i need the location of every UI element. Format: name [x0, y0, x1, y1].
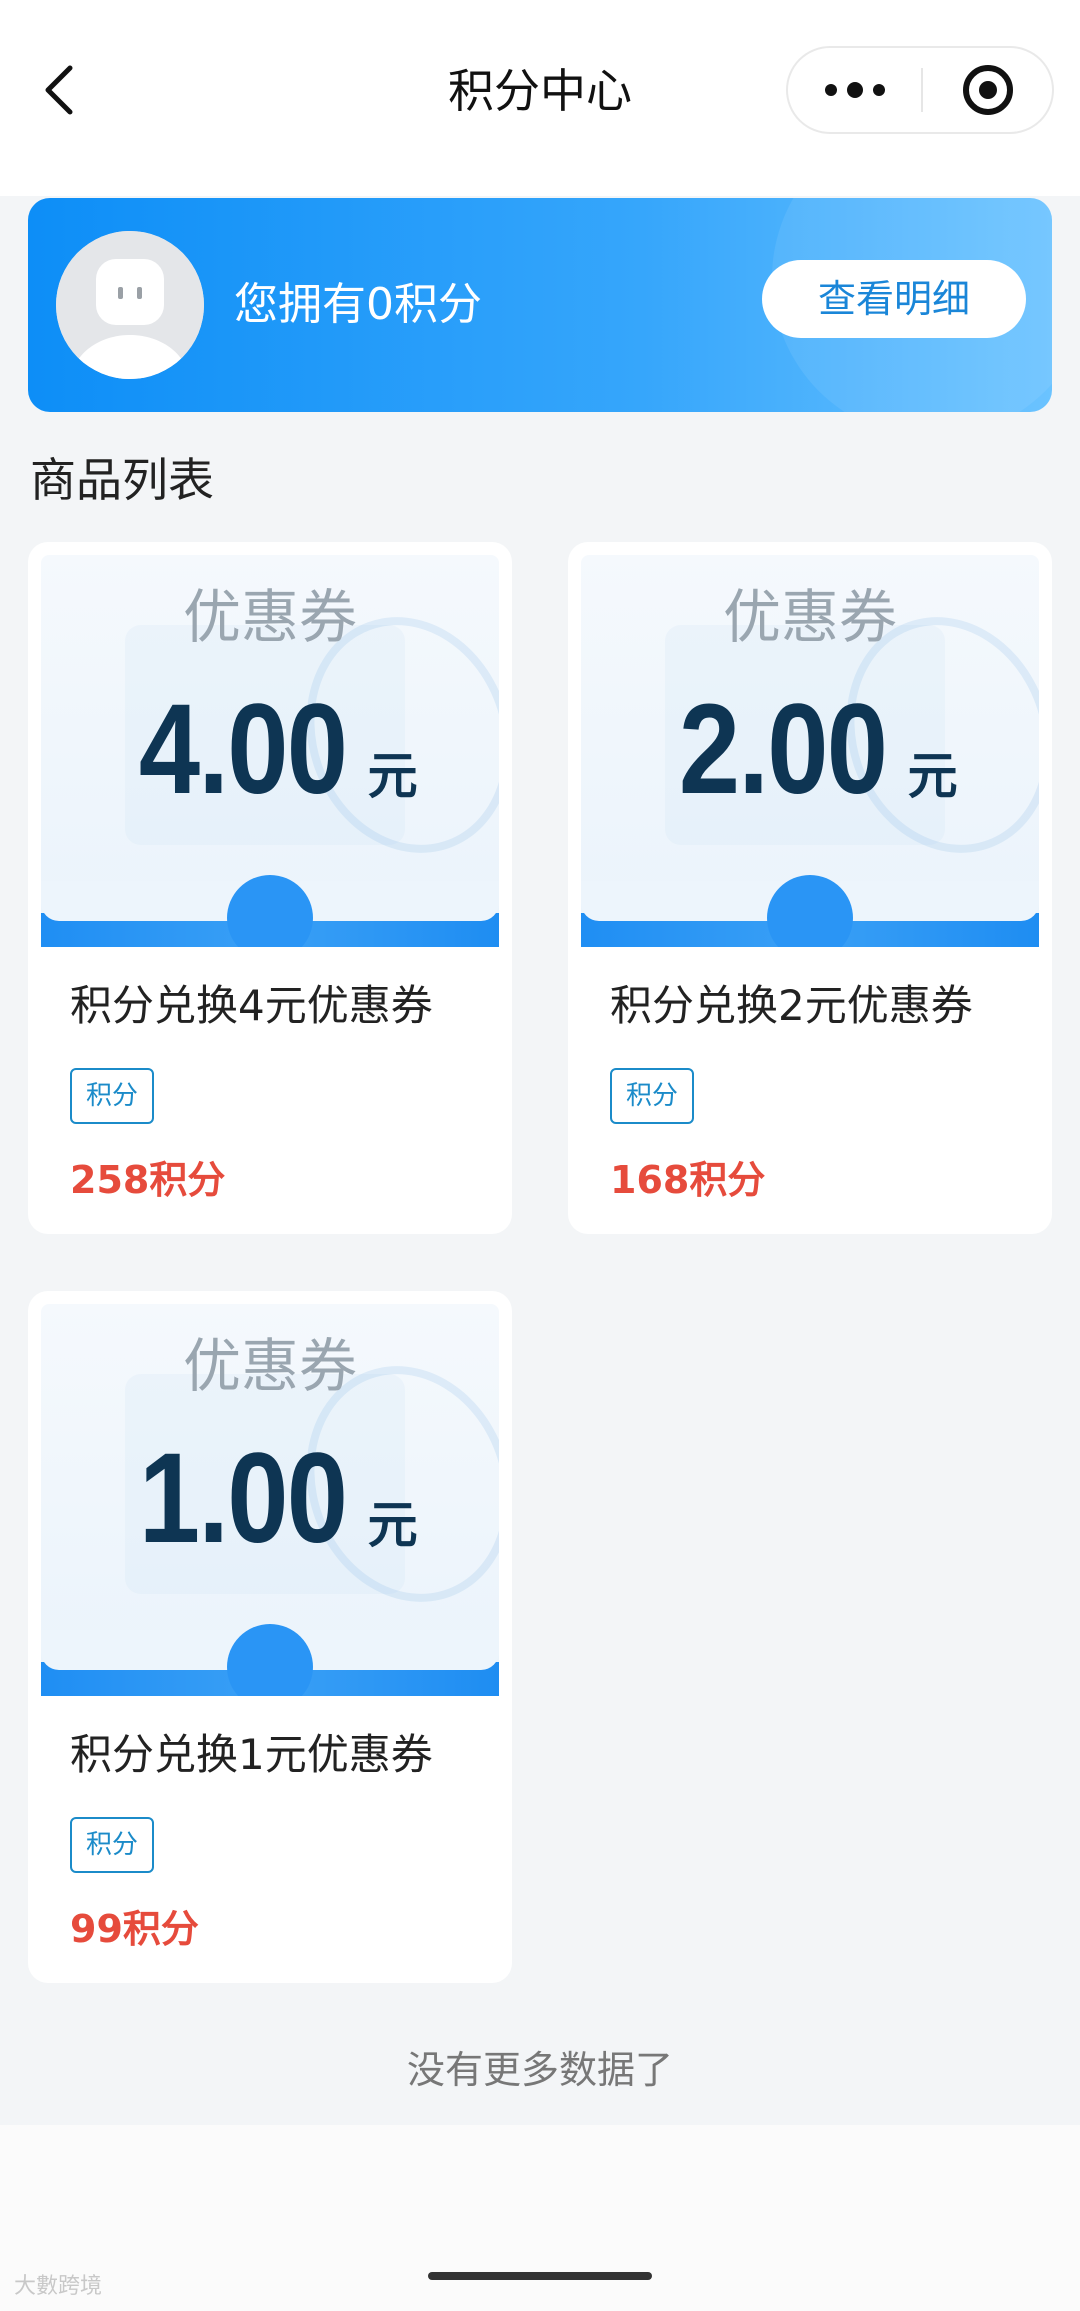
product-card[interactable]: 优惠券 1.00 元 积分兑换1元优惠券 积分 99积分: [28, 1291, 512, 1983]
points-tag: 积分: [70, 1817, 155, 1873]
corner-watermark: 大數跨境: [14, 2274, 103, 2299]
coupon-image: 优惠券 4.00 元: [41, 555, 499, 947]
bottom-safe-area: [0, 2125, 1080, 2311]
product-price: 99积分: [70, 1907, 199, 1951]
coupon-amount-unit: 元: [367, 1496, 418, 1554]
coupon-amount-value: 4.00: [139, 678, 348, 821]
product-title: 积分兑换2元优惠券: [610, 981, 973, 1030]
points-tag: 积分: [70, 1068, 155, 1124]
target-close-icon: [962, 65, 1013, 115]
points-balance-text: 您拥有0积分: [234, 279, 482, 330]
coupon-label: 优惠券: [182, 583, 357, 651]
product-card[interactable]: 优惠券 4.00 元 积分兑换4元优惠券 积分 258积分: [28, 542, 512, 1234]
home-indicator[interactable]: [428, 2272, 652, 2280]
coupon-image: 优惠券 2.00 元: [581, 555, 1039, 947]
view-details-button[interactable]: 查看明细: [762, 260, 1026, 338]
coupon-amount-value: 1.00: [139, 1427, 348, 1570]
more-button[interactable]: [788, 48, 921, 132]
product-list-title: 商品列表: [30, 453, 214, 507]
coupon-amount: 1.00 元: [41, 1434, 499, 1564]
coupon-image: 优惠券 1.00 元: [41, 1304, 499, 1696]
points-banner: 您拥有0积分 查看明细: [28, 198, 1052, 412]
product-price: 258积分: [70, 1158, 226, 1202]
coupon-amount-value: 2.00: [679, 678, 888, 821]
more-dots-icon: [820, 82, 890, 98]
robot-avatar-icon: [56, 231, 204, 379]
avatar: [56, 231, 204, 379]
no-more-data-text: 没有更多数据了: [406, 2048, 673, 2092]
mini-program-capsule: [786, 46, 1054, 134]
coupon-amount: 4.00 元: [41, 685, 499, 815]
coupon-amount-unit: 元: [907, 747, 958, 805]
coupon-label: 优惠券: [182, 1332, 357, 1400]
coupon-label: 优惠券: [722, 583, 897, 651]
product-card[interactable]: 优惠券 2.00 元 积分兑换2元优惠券 积分 168积分: [568, 542, 1052, 1234]
product-title: 积分兑换4元优惠券: [70, 981, 433, 1030]
navbar: 积分中心: [0, 0, 1080, 196]
close-button[interactable]: [923, 48, 1052, 132]
coupon-amount: 2.00 元: [581, 685, 1039, 815]
product-price: 168积分: [610, 1158, 766, 1202]
points-tag: 积分: [610, 1068, 695, 1124]
product-title: 积分兑换1元优惠券: [70, 1730, 433, 1779]
coupon-amount-unit: 元: [367, 747, 418, 805]
